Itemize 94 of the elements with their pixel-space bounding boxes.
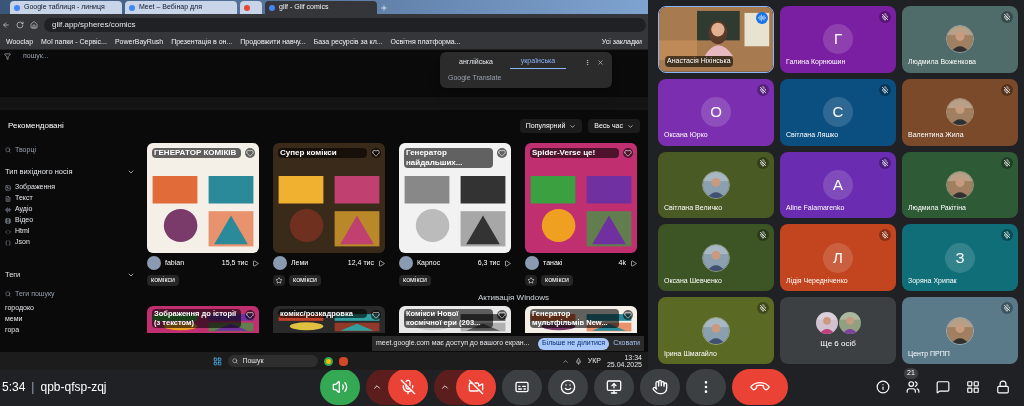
emoji-button[interactable] — [548, 369, 588, 405]
star-icon[interactable] — [525, 275, 537, 286]
play-icon[interactable] — [630, 259, 637, 267]
avatar — [946, 171, 974, 199]
tab-favicon-icon — [269, 4, 275, 11]
avatar — [815, 311, 838, 334]
tab-favicon-icon — [244, 4, 250, 11]
avatar-letter: З — [945, 242, 975, 273]
tray-caret-icon[interactable] — [561, 357, 569, 365]
card-title: Супер комікси — [278, 148, 367, 158]
separator: | — [31, 379, 35, 396]
card-image[interactable]: ГЕНЕРАТОР КОМІКІВ — [147, 143, 259, 253]
search-icon — [5, 147, 11, 153]
tab-favicon-icon — [129, 4, 135, 11]
emoji-icon — [560, 379, 576, 395]
card-title: Spider-Verse це! — [530, 148, 619, 158]
apps-icon[interactable] — [966, 380, 980, 394]
avatar — [702, 171, 730, 199]
captions-button[interactable] — [502, 369, 542, 405]
chat-icon[interactable] — [936, 380, 950, 394]
author-avatar — [399, 256, 413, 270]
mic-button[interactable] — [388, 369, 428, 405]
hand-icon — [652, 379, 668, 395]
mic-icon[interactable] — [574, 357, 582, 365]
caret-icon — [440, 382, 450, 392]
heart-icon[interactable] — [623, 310, 633, 320]
camera-off-icon — [468, 379, 484, 395]
card-image[interactable]: Spider-Verse це! — [525, 143, 637, 253]
more-participants-label: Ще 6 осіб — [820, 337, 856, 350]
avatar-letter: С — [823, 97, 853, 128]
heart-icon[interactable] — [371, 310, 381, 320]
media-type-icon — [5, 195, 11, 202]
card-image[interactable]: Генератор найдальших... — [399, 143, 511, 253]
avatar-letter: О — [701, 97, 731, 128]
caret-icon — [372, 382, 382, 392]
author-avatar — [525, 256, 539, 270]
author-avatar — [273, 256, 287, 270]
card-title: Генератор найдальших... — [404, 148, 493, 168]
search-icon — [232, 358, 239, 364]
star-icon[interactable] — [273, 275, 285, 286]
heart-icon[interactable] — [497, 310, 507, 320]
info-icon[interactable] — [876, 380, 890, 394]
media-type-icon — [5, 217, 11, 224]
caret-icon[interactable] — [127, 168, 135, 176]
avatar-letter: А — [823, 170, 853, 200]
mic-off-icon — [400, 379, 416, 395]
speaker-icon — [332, 379, 348, 395]
address-bar[interactable]: glif.app/spheres/comics — [44, 17, 646, 32]
author-avatar — [147, 256, 161, 270]
caret-icon[interactable] — [127, 271, 135, 279]
caret-icon — [569, 122, 577, 130]
camera-button[interactable] — [456, 369, 496, 405]
browser-tab[interactable] — [240, 1, 262, 14]
avatar-letter: Г — [823, 24, 853, 55]
play-icon[interactable] — [378, 259, 385, 267]
heart-icon[interactable] — [245, 310, 255, 320]
activation-notice: Активація Windows — [478, 292, 550, 304]
heart-icon[interactable] — [371, 148, 381, 158]
lock-icon[interactable] — [996, 380, 1010, 394]
start-icon[interactable] — [213, 356, 223, 366]
end-button[interactable] — [732, 369, 788, 405]
play-icon[interactable] — [504, 259, 511, 267]
avatar — [946, 316, 974, 345]
play-icon[interactable] — [252, 259, 259, 267]
avatar-letter: Л — [823, 242, 853, 273]
participant-tile[interactable]: Ще 6 осіб — [780, 297, 896, 364]
hand-button[interactable] — [640, 369, 680, 405]
present-icon — [606, 379, 622, 395]
speaker-button[interactable] — [320, 369, 360, 405]
media-type-icon — [5, 184, 11, 191]
avatar — [946, 98, 974, 127]
reload-icon[interactable] — [16, 20, 24, 29]
media-type-icon — [5, 239, 11, 246]
tab-favicon-icon — [14, 4, 20, 11]
avatar — [946, 25, 974, 54]
meeting-time: 5:34 — [2, 379, 26, 396]
section-title: Рекомендовані — [8, 120, 65, 132]
present-button[interactable] — [594, 369, 634, 405]
people-icon[interactable] — [906, 380, 920, 394]
back-icon[interactable] — [2, 20, 10, 29]
filter-icon[interactable] — [4, 52, 11, 60]
avatar — [838, 311, 861, 334]
caret-icon — [627, 122, 634, 130]
home-icon[interactable] — [30, 20, 38, 29]
card-image[interactable]: Супер комікси — [273, 143, 385, 253]
close-icon[interactable] — [597, 58, 604, 66]
media-type-icon — [5, 228, 11, 235]
search-icon — [5, 291, 11, 297]
card-title: ГЕНЕРАТОР КОМІКІВ — [152, 148, 241, 158]
captions-icon — [514, 379, 530, 395]
media-type-icon — [5, 206, 11, 213]
avatar — [702, 316, 730, 345]
avatar — [702, 243, 730, 272]
meeting-code: qpb-qfsp-zqj — [40, 379, 107, 396]
